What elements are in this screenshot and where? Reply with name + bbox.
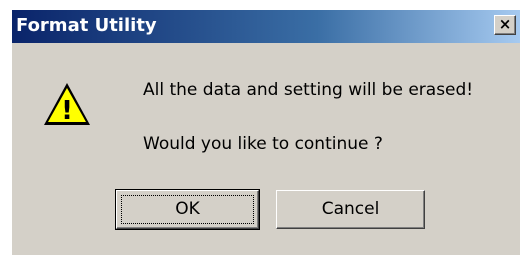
ok-button-label: OK: [175, 199, 200, 219]
window-title: Format Utility: [16, 15, 157, 36]
message-line-1: All the data and setting will be erased!: [143, 80, 474, 100]
warning-icon: !: [44, 83, 90, 126]
close-button[interactable]: ×: [494, 15, 516, 35]
format-utility-dialog: Format Utility × ! All the data and sett…: [10, 10, 520, 255]
ok-button[interactable]: OK: [115, 189, 260, 230]
cancel-button[interactable]: Cancel: [276, 190, 425, 229]
warning-glyph: !: [61, 96, 73, 126]
message-line-2: Would you like to continue ?: [143, 134, 383, 154]
title-bar[interactable]: Format Utility ×: [12, 10, 520, 43]
close-icon: ×: [498, 15, 512, 33]
cancel-button-label: Cancel: [321, 199, 380, 219]
